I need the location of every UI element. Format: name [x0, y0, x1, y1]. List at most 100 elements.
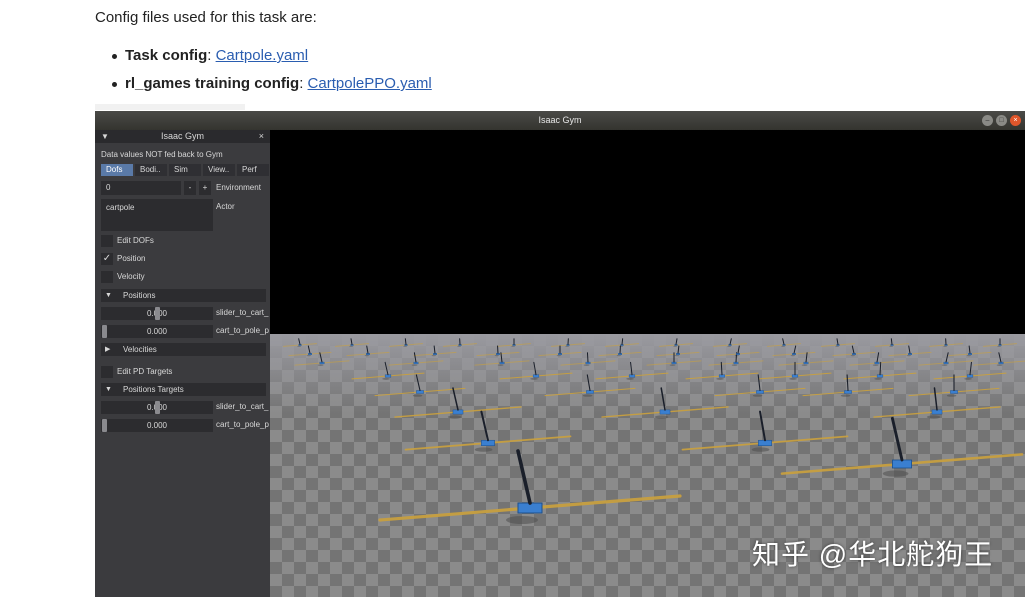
cartpole-ppo-yaml-link[interactable]: CartpolePPO.yaml — [308, 75, 432, 92]
list-item-rl-games-config: rl_games training config: CartpolePPO.ya… — [112, 74, 432, 102]
pole — [890, 416, 904, 462]
tab-perf[interactable]: Perf — [237, 164, 269, 176]
slider-to-cart-target-label: slider_to_cart_ — [216, 402, 269, 411]
cart-shadow — [297, 345, 301, 347]
isaac-gym-window: Isaac Gym – □ × ▼ Isaac Gym × Data value… — [95, 111, 1025, 597]
environment-decrement-button[interactable]: - — [184, 181, 196, 195]
cart-shadow — [306, 355, 312, 357]
pole — [908, 345, 911, 354]
edit-pd-targets-checkbox[interactable] — [101, 366, 113, 378]
slider-to-cart-label: slider_to_cart_ — [216, 308, 269, 317]
rl-games-config-sep: : — [299, 75, 308, 92]
cart-shadow — [850, 355, 856, 357]
pole — [516, 449, 532, 505]
positions-targets-section-label: Positions Targets — [123, 385, 184, 394]
cart-shadow — [731, 364, 738, 366]
gui-panel: ▼ Isaac Gym × Data values NOT fed back t… — [95, 130, 270, 597]
task-config-label: Task config — [125, 47, 208, 64]
cart-shadow — [431, 355, 437, 357]
pole — [586, 374, 591, 392]
cart-shadow — [494, 355, 500, 357]
tab-dofs[interactable]: Dofs — [101, 164, 133, 176]
pole — [660, 387, 666, 411]
actor-list[interactable]: cartpole — [101, 199, 213, 231]
close-icon[interactable]: × — [259, 130, 264, 143]
cart-shadow — [669, 364, 676, 366]
edit-dofs-label: Edit DOFs — [117, 236, 154, 245]
slider-value: 0.000 — [146, 327, 168, 336]
velocity-label: Velocity — [117, 272, 145, 281]
velocities-section-header[interactable]: ▶ Velocities — [101, 343, 266, 356]
tab-bodies[interactable]: Bodi.. — [135, 164, 167, 176]
slider-knob[interactable] — [102, 419, 107, 432]
window-titlebar[interactable]: Isaac Gym – □ × — [95, 111, 1025, 130]
pole — [759, 410, 766, 442]
slider-to-cart-target-slider[interactable]: 0.000 — [101, 401, 213, 414]
cartpole-scene — [283, 338, 1025, 524]
pole — [969, 361, 972, 376]
cart-shadow — [565, 345, 569, 347]
cart-shadow — [781, 345, 785, 347]
pole — [415, 374, 421, 392]
slider-knob[interactable] — [155, 307, 160, 320]
cart-shadow — [926, 415, 941, 419]
rails-group — [283, 343, 1025, 522]
pole — [433, 345, 436, 354]
cart-shadow — [511, 345, 515, 347]
close-window-button[interactable]: × — [1010, 115, 1021, 126]
cart-shadow — [943, 345, 947, 347]
cart-shadow — [801, 364, 808, 366]
gui-header[interactable]: ▼ Isaac Gym × — [95, 130, 270, 143]
maximize-button[interactable]: □ — [996, 115, 1007, 126]
velocity-checkbox[interactable] — [101, 271, 113, 283]
cart-shadow — [349, 345, 353, 347]
pole — [729, 338, 732, 345]
cart-shadow — [474, 447, 493, 452]
edit-dofs-checkbox[interactable] — [101, 235, 113, 247]
pole — [675, 338, 678, 345]
cart-shadow — [997, 345, 1001, 347]
window-title: Isaac Gym — [538, 115, 582, 125]
cart-shadow — [412, 394, 423, 397]
cart-shadow — [447, 415, 462, 419]
simulation-viewport[interactable] — [270, 130, 1025, 597]
cart-shadow — [403, 345, 407, 347]
pole — [851, 345, 855, 354]
collapse-arrow-icon[interactable]: ▼ — [101, 130, 109, 143]
gui-title: Isaac Gym — [160, 131, 204, 141]
cartpole-yaml-link[interactable]: Cartpole.yaml — [216, 47, 309, 64]
obscured-text-line — [95, 104, 245, 110]
pole — [404, 338, 407, 345]
pole — [630, 361, 633, 376]
tab-sim[interactable]: Sim — [169, 164, 201, 176]
collapsed-arrow-icon: ▶ — [105, 346, 111, 353]
position-checkbox[interactable]: ✓ — [101, 253, 113, 265]
positions-section-header[interactable]: ▼ Positions — [101, 289, 266, 302]
edit-pd-targets-label: Edit PD Targets — [117, 367, 173, 376]
environment-increment-button[interactable]: + — [199, 181, 211, 195]
slider-knob[interactable] — [102, 325, 107, 338]
cart-shadow — [530, 377, 538, 380]
expanded-arrow-icon: ▼ — [105, 292, 112, 299]
pole — [998, 352, 1002, 363]
window-controls: – □ × — [982, 115, 1021, 126]
check-icon: ✓ — [102, 253, 112, 264]
cart-to-pole-label: cart_to_pole_p — [216, 326, 269, 335]
pole — [890, 338, 893, 345]
tab-viewer[interactable]: View.. — [203, 164, 235, 176]
slider-to-cart-position-slider[interactable]: 0.000 — [101, 307, 213, 320]
environment-input[interactable]: 0 — [101, 181, 181, 195]
cart-to-pole-position-slider[interactable]: 0.000 — [101, 325, 213, 338]
slider-knob[interactable] — [155, 401, 160, 414]
doc-intro: Config files used for this task are: — [95, 9, 317, 26]
cart-shadow — [874, 377, 882, 380]
cart-shadow — [941, 364, 948, 366]
cart-to-pole-target-slider[interactable]: 0.000 — [101, 419, 213, 432]
pole — [876, 352, 880, 363]
minimize-button[interactable]: – — [982, 115, 993, 126]
pole — [782, 338, 785, 345]
cart-shadow — [556, 355, 562, 357]
cart-shadow — [626, 377, 634, 380]
pole — [319, 352, 323, 363]
positions-targets-section-header[interactable]: ▼ Positions Targets — [101, 383, 266, 396]
